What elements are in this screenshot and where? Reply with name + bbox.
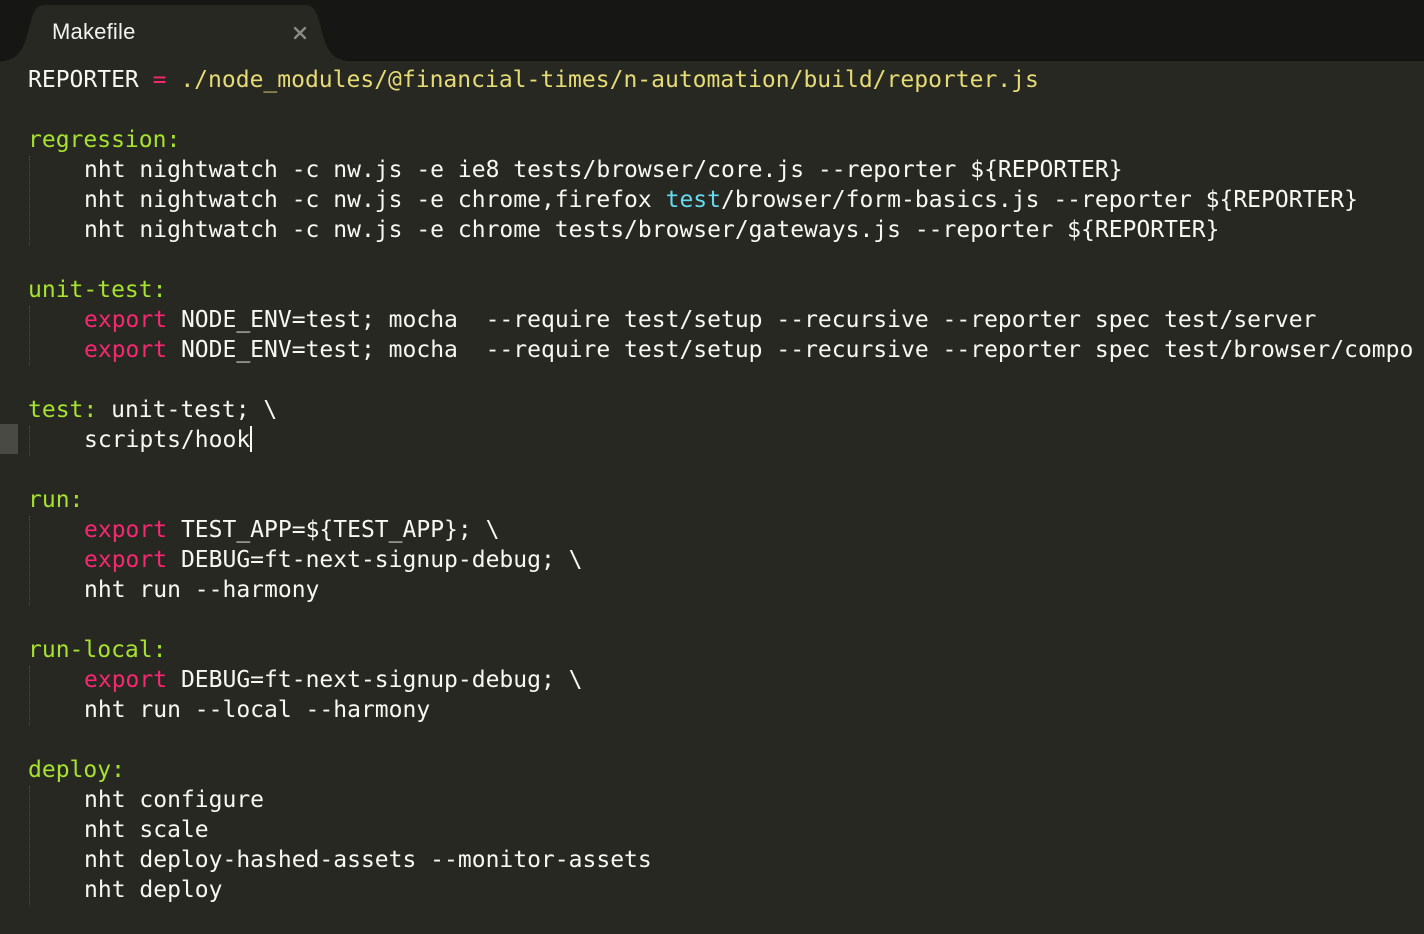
target-run-local: run-local: (28, 637, 167, 663)
export-keyword: export (84, 547, 168, 573)
command-text: /browser/form-basics.js --reporter ${REP… (720, 187, 1358, 213)
code-line: nht deploy (84, 875, 222, 905)
code-line: nht deploy-hashed-assets --monitor-asset… (84, 845, 652, 875)
indent-guide (29, 516, 31, 606)
code-line: export DEBUG=ft-next-signup-debug; \ (84, 545, 583, 575)
target-test: test: (28, 397, 98, 423)
text-cursor (250, 426, 253, 452)
indent-guide (29, 666, 31, 726)
command-text: scripts/hook (84, 427, 251, 453)
export-keyword: export (84, 667, 168, 693)
command-text: nht run --local --harmony (84, 697, 431, 723)
tab-makefile[interactable]: Makefile (0, 5, 350, 61)
indent-guide (29, 786, 31, 906)
code-line: REPORTER = ./node_modules/@financial-tim… (28, 65, 1039, 95)
code-line: deploy: (28, 755, 125, 785)
command-text: nht run --harmony (84, 577, 320, 603)
command-text: NODE_ENV=test; mocha --require test/setu… (167, 337, 1414, 363)
code-line: export TEST_APP=${TEST_APP}; \ (84, 515, 499, 545)
target-deploy: deploy: (28, 757, 125, 783)
export-keyword: export (84, 307, 168, 333)
code-line: nht configure (84, 785, 264, 815)
code-line: run-local: (28, 635, 166, 665)
code-line: nht nightwatch -c nw.js -e chrome tests/… (84, 215, 1219, 245)
variable-name: REPORTER (28, 67, 139, 93)
code-line: nht run --harmony (84, 575, 319, 605)
editor-window: Makefile REPORTER = ./node_modules/@fina… (0, 0, 1424, 934)
export-keyword: export (84, 337, 168, 363)
indent-guide (29, 426, 31, 456)
target-dependencies: unit-test; \ (97, 397, 278, 423)
target-run: run: (28, 487, 84, 513)
modified-line-marker (0, 424, 18, 454)
code-line: nht run --local --harmony (84, 695, 430, 725)
code-line: run: (28, 485, 83, 515)
code-line: test: unit-test; \ (28, 395, 277, 425)
command-text: nht nightwatch -c nw.js -e chrome tests/… (84, 217, 1220, 243)
command-text: TEST_APP=${TEST_APP}; \ (167, 517, 500, 543)
code-line: export NODE_ENV=test; mocha --require te… (84, 305, 1316, 335)
command-text: nht nightwatch -c nw.js -e ie8 tests/bro… (84, 157, 1123, 183)
close-icon[interactable] (290, 23, 310, 43)
builtin-word: test (665, 187, 721, 213)
code-editor[interactable]: REPORTER = ./node_modules/@financial-tim… (0, 62, 1424, 934)
command-text: nht scale (84, 817, 209, 843)
code-line: nht nightwatch -c nw.js -e chrome,firefo… (84, 185, 1358, 215)
code-line: unit-test: (28, 275, 166, 305)
code-line: export DEBUG=ft-next-signup-debug; \ (84, 665, 583, 695)
command-text: nht deploy-hashed-assets --monitor-asset… (84, 847, 652, 873)
code-line: nht nightwatch -c nw.js -e ie8 tests/bro… (84, 155, 1123, 185)
tab-title: Makefile (52, 19, 136, 44)
code-line: nht scale (84, 815, 209, 845)
command-text: nht configure (84, 787, 265, 813)
tab-bar: Makefile (0, 0, 1424, 61)
command-text: nht nightwatch -c nw.js -e chrome,firefo… (84, 187, 666, 213)
assign-operator: = (138, 67, 181, 93)
target-regression: regression: (28, 127, 181, 153)
code-line: scripts/hook (84, 425, 253, 455)
export-keyword: export (84, 517, 168, 543)
variable-value: ./node_modules/@financial-times/n-automa… (180, 67, 1039, 93)
indent-guide (29, 156, 31, 246)
command-text: NODE_ENV=test; mocha --require test/setu… (167, 307, 1317, 333)
target-unit-test: unit-test: (28, 277, 167, 303)
code-line: regression: (28, 125, 180, 155)
indent-guide (29, 306, 31, 366)
code-line: export NODE_ENV=test; mocha --require te… (84, 335, 1413, 365)
command-text: DEBUG=ft-next-signup-debug; \ (167, 547, 583, 573)
command-text: nht deploy (84, 877, 223, 903)
command-text: DEBUG=ft-next-signup-debug; \ (167, 667, 583, 693)
